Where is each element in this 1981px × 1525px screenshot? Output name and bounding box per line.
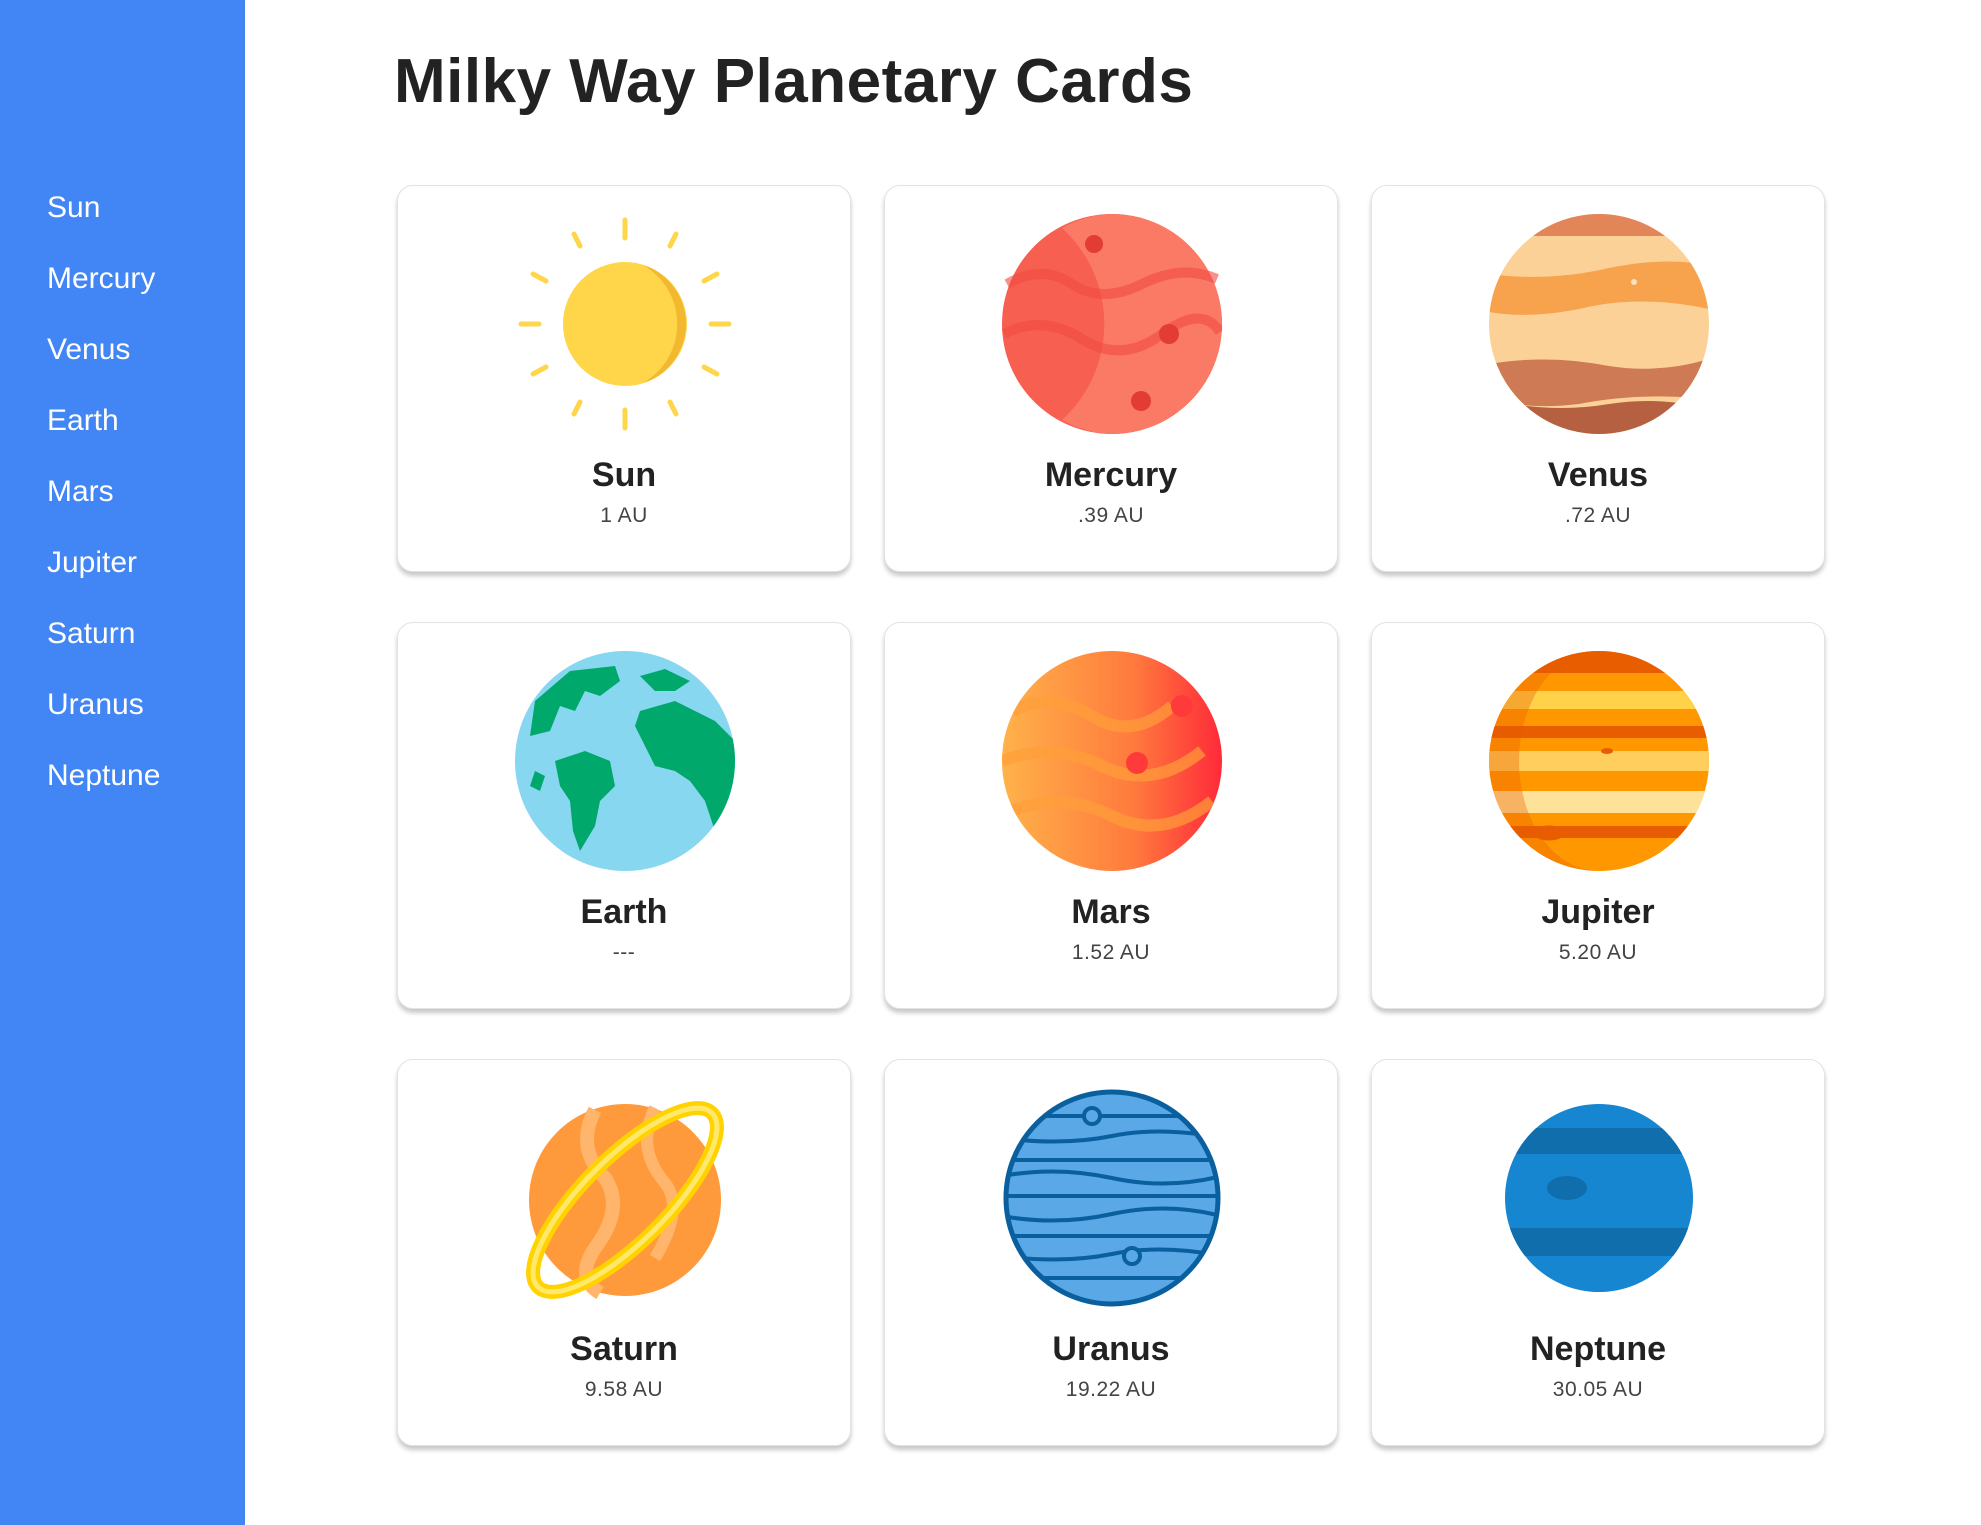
sidebar-item-uranus[interactable]: Uranus — [47, 680, 160, 751]
card-distance: 5.20 AU — [1558, 941, 1638, 964]
card-distance: .39 AU — [1077, 504, 1145, 527]
card-title: Earth — [580, 893, 668, 931]
planet-card-grid: Sun 1 AU Mercury .39 AU Venus .72 AU Ear… — [397, 185, 1825, 1446]
sidebar: Sun Mercury Venus Earth Mars Jupiter Sat… — [0, 0, 245, 1525]
sidebar-item-mercury[interactable]: Mercury — [47, 254, 160, 325]
sidebar-item-venus[interactable]: Venus — [47, 325, 160, 396]
saturn-icon — [526, 1101, 724, 1300]
card-mars[interactable]: Mars 1.52 AU — [884, 622, 1338, 1009]
venus-icon — [1489, 214, 1709, 434]
sidebar-item-mars[interactable]: Mars — [47, 467, 160, 538]
card-earth[interactable]: Earth --- — [397, 622, 851, 1009]
sidebar-item-earth[interactable]: Earth — [47, 396, 160, 467]
sidebar-item-saturn[interactable]: Saturn — [47, 609, 160, 680]
card-title: Jupiter — [1541, 893, 1655, 931]
sun-icon — [518, 217, 732, 431]
card-title: Saturn — [570, 1330, 678, 1368]
mars-icon — [1002, 651, 1222, 871]
card-title: Mars — [1071, 893, 1151, 931]
neptune-icon — [1505, 1104, 1693, 1292]
page-title: Milky Way Planetary Cards — [394, 47, 1194, 116]
card-distance: 9.58 AU — [584, 1378, 664, 1401]
card-title: Venus — [1547, 456, 1649, 494]
card-distance: 19.22 AU — [1065, 1378, 1157, 1401]
card-mercury[interactable]: Mercury .39 AU — [884, 185, 1338, 572]
card-neptune[interactable]: Neptune 30.05 AU — [1371, 1059, 1825, 1446]
earth-icon — [515, 651, 735, 871]
card-distance: 1.52 AU — [1071, 941, 1151, 964]
card-jupiter[interactable]: Jupiter 5.20 AU — [1371, 622, 1825, 1009]
sidebar-nav: Sun Mercury Venus Earth Mars Jupiter Sat… — [47, 183, 160, 822]
card-saturn[interactable]: Saturn 9.58 AU — [397, 1059, 851, 1446]
uranus-icon — [1003, 1089, 1221, 1307]
card-title: Neptune — [1530, 1330, 1666, 1368]
card-title: Sun — [591, 456, 657, 494]
card-distance: 1 AU — [600, 504, 648, 527]
card-venus[interactable]: Venus .72 AU — [1371, 185, 1825, 572]
card-title: Mercury — [1044, 456, 1178, 494]
jupiter-icon — [1489, 651, 1709, 871]
card-sun[interactable]: Sun 1 AU — [397, 185, 851, 572]
sidebar-item-sun[interactable]: Sun — [47, 183, 160, 254]
mercury-icon — [1002, 214, 1222, 434]
sidebar-item-jupiter[interactable]: Jupiter — [47, 538, 160, 609]
card-title: Uranus — [1052, 1330, 1170, 1368]
card-distance: --- — [612, 941, 636, 964]
card-distance: 30.05 AU — [1552, 1378, 1644, 1401]
card-uranus[interactable]: Uranus 19.22 AU — [884, 1059, 1338, 1446]
card-distance: .72 AU — [1564, 504, 1632, 527]
sidebar-item-neptune[interactable]: Neptune — [47, 751, 160, 822]
